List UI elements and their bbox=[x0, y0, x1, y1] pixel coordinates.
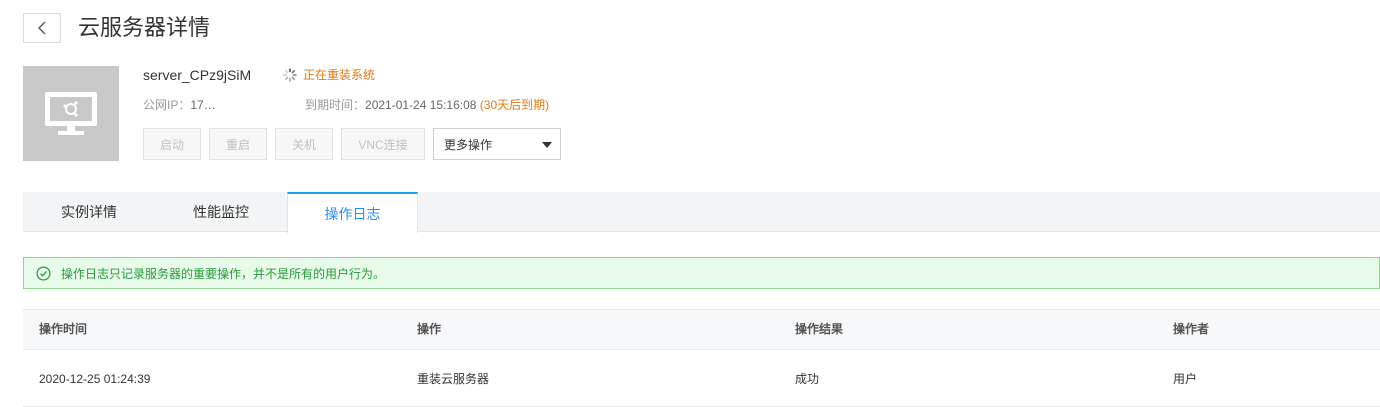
chevron-left-icon bbox=[37, 21, 47, 35]
col-operation: 操作 bbox=[417, 322, 442, 336]
tab-performance-monitor[interactable]: 性能监控 bbox=[155, 192, 287, 232]
col-time: 操作时间 bbox=[39, 322, 88, 336]
server-status: 正在重装系统 bbox=[283, 67, 375, 83]
check-circle-icon bbox=[36, 266, 51, 281]
expire-note: (30天后到期) bbox=[479, 98, 550, 112]
expire-label: 到期时间： bbox=[305, 98, 366, 112]
spinner-icon bbox=[283, 68, 297, 82]
cell-operator: 用户 bbox=[1173, 372, 1198, 386]
cell-result: 成功 bbox=[795, 372, 820, 386]
col-result: 操作结果 bbox=[795, 322, 844, 336]
tab-operation-log[interactable]: 操作日志 bbox=[287, 192, 418, 233]
info-notice: 操作日志只记录服务器的重要操作，并不是所有的用户行为。 bbox=[23, 257, 1380, 289]
more-actions-dropdown[interactable]: 更多操作 bbox=[433, 128, 561, 160]
expire-time: 到期时间：2021-01-24 15:16:08 (30天后到期) bbox=[305, 97, 549, 113]
restart-button[interactable]: 重启 bbox=[209, 128, 267, 160]
caret-down-icon bbox=[542, 142, 552, 148]
ip-value: 17… bbox=[190, 98, 216, 112]
cell-operation: 重装云服务器 bbox=[417, 372, 490, 386]
shutdown-button[interactable]: 关机 bbox=[275, 128, 333, 160]
server-name: server_CPz9jSiM bbox=[143, 67, 252, 83]
server-thumbnail bbox=[23, 66, 119, 161]
public-ip: 公网IP：17… bbox=[143, 97, 310, 113]
col-operator: 操作者 bbox=[1173, 322, 1210, 336]
start-button[interactable]: 启动 bbox=[143, 128, 201, 160]
tab-instance-details[interactable]: 实例详情 bbox=[23, 192, 155, 232]
expire-value: 2021-01-24 15:16:08 bbox=[365, 98, 477, 112]
back-button[interactable] bbox=[23, 13, 61, 43]
status-text: 正在重装系统 bbox=[303, 68, 376, 82]
page-title: 云服务器详情 bbox=[78, 15, 211, 40]
vnc-button[interactable]: VNC连接 bbox=[341, 128, 425, 160]
more-actions-label: 更多操作 bbox=[444, 137, 493, 152]
cell-time: 2020-12-25 01:24:39 bbox=[39, 372, 151, 386]
notice-text: 操作日志只记录服务器的重要操作，并不是所有的用户行为。 bbox=[61, 266, 386, 281]
ip-label: 公网IP： bbox=[143, 98, 191, 112]
monitor-icon bbox=[43, 90, 99, 143]
